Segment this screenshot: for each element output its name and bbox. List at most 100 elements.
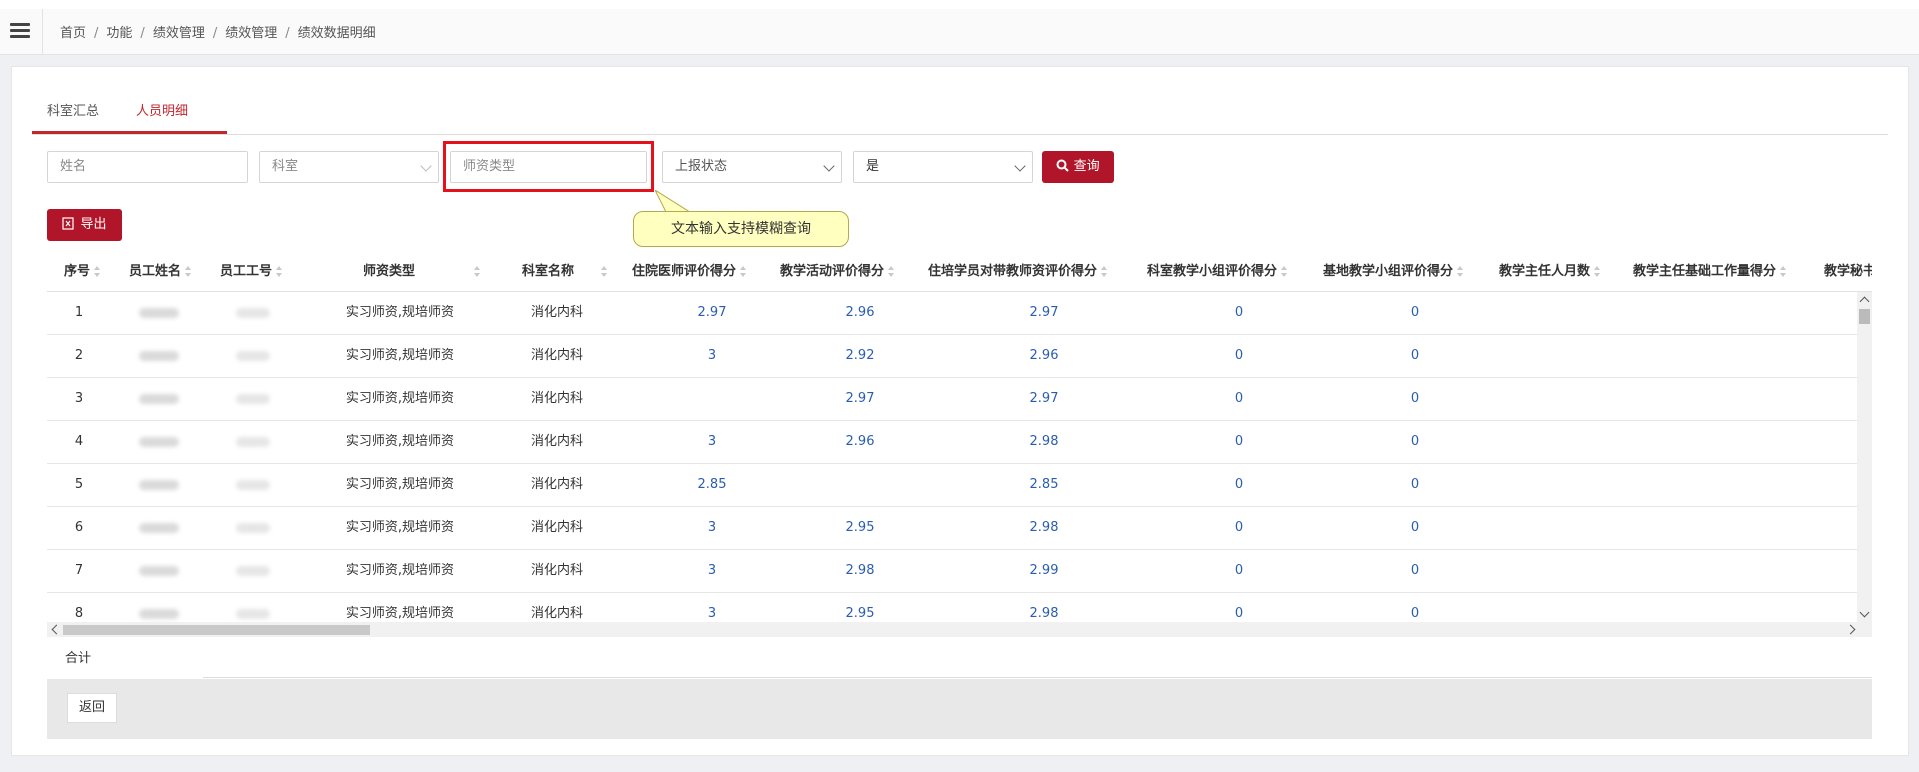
cell-dept: 消化内科 xyxy=(530,391,583,406)
breadcrumb-home[interactable]: 首页 xyxy=(60,26,86,41)
table-header: 序号 员工姓名 员工工号 师资类型 科室名称 住院医师评价得分 教学活动评价得分… xyxy=(47,252,1872,292)
table-row[interactable]: 5 实习师资,规培师资 消化内科 2.85 2.85 0 0 xyxy=(47,464,1857,507)
cell-score-1: 3 xyxy=(707,520,717,535)
cell-dept: 消化内科 xyxy=(530,477,583,492)
cell-score-3: 2.98 xyxy=(1029,606,1059,621)
report-status-select[interactable]: 上报状态 xyxy=(662,151,842,183)
tab-bar: 科室汇总 人员明细 xyxy=(32,97,1888,135)
cell-score-4: 0 xyxy=(1234,434,1244,449)
cell-no: 4 xyxy=(74,434,84,449)
table-body: 1 实习师资,规培师资 消化内科 2.97 2.96 2.97 0 0 2 实习… xyxy=(47,292,1857,622)
cell-score-2: 2.96 xyxy=(845,305,875,320)
col-emp-no[interactable]: 员工工号 xyxy=(220,252,283,291)
vertical-scrollbar[interactable] xyxy=(1857,292,1872,622)
cell-score-4: 0 xyxy=(1234,563,1244,578)
scroll-up-icon[interactable] xyxy=(1859,296,1870,307)
cell-score-1: 3 xyxy=(707,563,717,578)
breadcrumb-function[interactable]: 功能 xyxy=(106,26,132,41)
table-row[interactable]: 6 实习师资,规培师资 消化内科 3 2.95 2.98 0 0 xyxy=(47,507,1857,550)
col-dept-sort[interactable] xyxy=(597,252,608,291)
sort-icon xyxy=(1780,265,1787,278)
table-row[interactable]: 7 实习师资,规培师资 消化内科 3 2.98 2.99 0 0 xyxy=(47,550,1857,593)
table-row[interactable]: 1 实习师资,规培师资 消化内科 2.97 2.96 2.97 0 0 xyxy=(47,292,1857,335)
col-resident-score[interactable]: 住院医师评价得分 xyxy=(632,252,747,291)
export-button[interactable]: 导出 xyxy=(47,209,122,241)
col-dept-group-score[interactable]: 科室教学小组评价得分 xyxy=(1147,252,1288,291)
tooltip: 文本输入支持模糊查询 xyxy=(633,211,849,247)
sort-icon xyxy=(276,265,283,278)
cell-teacher-type: 实习师资,规培师资 xyxy=(345,434,455,449)
divider xyxy=(203,677,1872,678)
sort-icon xyxy=(1281,265,1288,278)
cell-score-3: 2.98 xyxy=(1029,434,1059,449)
col-trainee-score[interactable]: 住培学员对带教师资评价得分 xyxy=(928,252,1108,291)
cell-name-redacted xyxy=(111,550,207,592)
table-row[interactable]: 2 实习师资,规培师资 消化内科 3 2.92 2.96 0 0 xyxy=(47,335,1857,378)
cell-dept: 消化内科 xyxy=(530,606,583,621)
dept-select[interactable]: 科室 xyxy=(259,151,439,183)
cell-teacher-type: 实习师资,规培师资 xyxy=(345,520,455,535)
col-name[interactable]: 员工姓名 xyxy=(129,252,192,291)
table-row[interactable]: 3 实习师资,规培师资 消化内科 2.97 2.97 0 0 xyxy=(47,378,1857,421)
cell-emp-no-redacted xyxy=(207,421,299,463)
hamburger-menu-icon[interactable] xyxy=(10,21,30,41)
cell-name-redacted xyxy=(111,421,207,463)
cell-score-5: 0 xyxy=(1410,563,1420,578)
sort-icon xyxy=(1457,265,1464,278)
cell-teacher-type: 实习师资,规培师资 xyxy=(345,391,455,406)
scroll-right-icon[interactable] xyxy=(1845,624,1856,635)
cell-score-3: 2.97 xyxy=(1029,305,1059,320)
scroll-thumb[interactable] xyxy=(1859,309,1870,324)
table-row[interactable]: 4 实习师资,规培师资 消化内科 3 2.96 2.98 0 0 xyxy=(47,421,1857,464)
horizontal-scrollbar[interactable] xyxy=(47,622,1872,637)
cell-name-redacted xyxy=(111,378,207,420)
breadcrumb-perf-mgmt-sub[interactable]: 绩效管理 xyxy=(225,26,277,41)
cell-emp-no-redacted xyxy=(207,507,299,549)
back-button[interactable]: 返回 xyxy=(67,693,117,723)
cell-score-3: 2.97 xyxy=(1029,391,1059,406)
col-base-group-score[interactable]: 基地教学小组评价得分 xyxy=(1323,252,1464,291)
tab-staff-detail[interactable]: 人员明细 xyxy=(121,97,203,132)
cell-score-4: 0 xyxy=(1234,520,1244,535)
breadcrumb-perf-mgmt[interactable]: 绩效管理 xyxy=(153,26,205,41)
cell-score-4: 0 xyxy=(1234,477,1244,492)
tab-dept-summary[interactable]: 科室汇总 xyxy=(32,97,114,132)
active-tab-underline xyxy=(32,131,227,134)
col-secretary[interactable]: 教学秘书 xyxy=(1824,252,1872,291)
cell-emp-no-redacted xyxy=(207,550,299,592)
col-director-months[interactable]: 教学主任人月数 xyxy=(1499,252,1601,291)
col-director-workload[interactable]: 教学主任基础工作量得分 xyxy=(1633,252,1787,291)
col-activity-score[interactable]: 教学活动评价得分 xyxy=(780,252,895,291)
scroll-down-icon[interactable] xyxy=(1859,607,1870,618)
chevron-down-icon xyxy=(420,160,432,172)
cell-score-1: 3 xyxy=(707,348,717,363)
scroll-left-icon[interactable] xyxy=(51,624,62,635)
table-row[interactable]: 8 实习师资,规培师资 消化内科 3 2.95 2.98 0 0 xyxy=(47,593,1857,622)
data-table: 序号 员工姓名 员工工号 师资类型 科室名称 住院医师评价得分 教学活动评价得分… xyxy=(47,252,1872,637)
sort-icon xyxy=(888,265,895,278)
cell-no: 1 xyxy=(74,305,84,320)
col-teacher-type[interactable]: 师资类型 xyxy=(363,252,415,291)
total-row: 合计 xyxy=(47,639,1872,678)
yes-no-select[interactable]: 是 xyxy=(853,151,1033,183)
header-bar: 首页 / 功能 / 绩效管理 / 绩效管理 / 绩效数据明细 xyxy=(0,9,1919,55)
cell-dept: 消化内科 xyxy=(530,520,583,535)
cell-score-5: 0 xyxy=(1410,391,1420,406)
sort-icon xyxy=(185,265,192,278)
search-button[interactable]: 查询 xyxy=(1042,151,1114,183)
scroll-thumb[interactable] xyxy=(63,625,370,635)
sort-icon xyxy=(601,265,608,278)
cell-no: 7 xyxy=(74,563,84,578)
cell-score-3: 2.99 xyxy=(1029,563,1059,578)
col-dept[interactable]: 科室名称 xyxy=(522,252,574,291)
cell-score-2: 2.92 xyxy=(845,348,875,363)
cell-score-4: 0 xyxy=(1234,391,1244,406)
col-no[interactable]: 序号 xyxy=(64,252,101,291)
cell-score-4: 0 xyxy=(1234,606,1244,621)
name-input[interactable]: 姓名 xyxy=(47,151,248,183)
cell-name-redacted xyxy=(111,292,207,334)
col-type-sort[interactable] xyxy=(470,252,481,291)
cell-score-2: 2.98 xyxy=(845,563,875,578)
cell-score-2: 2.96 xyxy=(845,434,875,449)
cell-score-4: 0 xyxy=(1234,305,1244,320)
